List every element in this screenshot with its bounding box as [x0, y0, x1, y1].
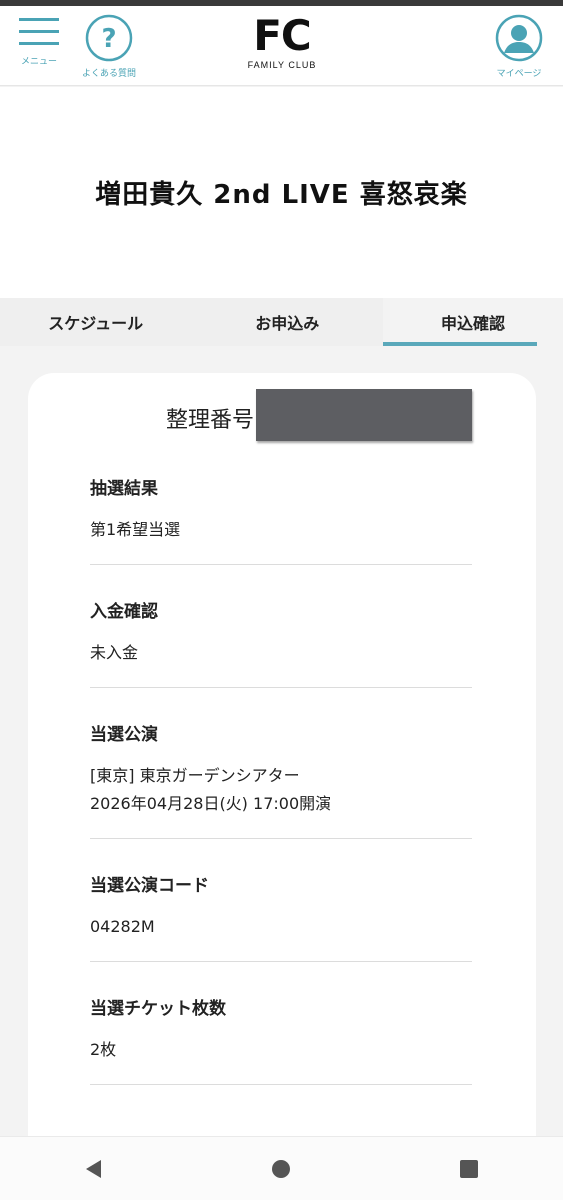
recents-square-icon [460, 1159, 479, 1178]
page: メニュー ? よくある質問 FC FAMILY CLUB マイページ 増田貴久 … [0, 0, 563, 1200]
faq-label: よくある質問 [81, 69, 136, 79]
family-club-logo[interactable]: FC FAMILY CLUB [232, 11, 332, 71]
nav-home-button[interactable] [251, 1139, 311, 1199]
confirmation-card: 整理番号 抽選結果 第1希望当選 入金確認 未入金 当選公演 [東京] 東京ガー… [28, 373, 536, 1153]
title-band: 増田貴久 2nd LIVE 喜怒哀楽 [0, 87, 563, 298]
redacted-reference-number [256, 389, 473, 441]
lottery-result-item: 抽選結果 第1希望当選 [90, 479, 472, 565]
performance-code-label: 当選公演コード [90, 876, 209, 896]
reference-number-label: 整理番号 [166, 408, 255, 433]
app-header: メニュー ? よくある質問 FC FAMILY CLUB マイページ [0, 6, 563, 86]
payment-status-item: 入金確認 未入金 [90, 602, 472, 688]
ticket-count-item: 当選チケット枚数 2枚 [90, 999, 472, 1085]
lottery-result-value: 第1希望当選 [90, 520, 181, 539]
tab-confirm[interactable]: 申込確認 [383, 298, 563, 346]
reference-number-row: 整理番号 [166, 389, 473, 441]
user-icon [495, 14, 543, 62]
hamburger-icon [19, 18, 59, 45]
nav-recents-button[interactable] [439, 1139, 499, 1199]
ticket-count-label: 当選チケット枚数 [90, 999, 226, 1019]
mypage-button[interactable]: マイページ [488, 14, 550, 79]
performance-code-value: 04282M [90, 917, 155, 936]
winning-performance-datetime: 2026年04月28日(火) 17:00開演 [90, 794, 332, 813]
winning-performance-item: 当選公演 [東京] 東京ガーデンシアター 2026年04月28日(火) 17:0… [90, 725, 472, 839]
performance-code-item: 当選公演コード 04282M [90, 876, 472, 962]
payment-status-label: 入金確認 [90, 602, 158, 622]
logo-mark: FC [253, 11, 312, 60]
question-mark-icon: ? [85, 14, 133, 62]
ticket-count-value: 2枚 [90, 1040, 117, 1059]
tab-bar: スケジュール お申込み 申込確認 [0, 298, 563, 346]
android-navigation-bar [0, 1136, 563, 1200]
menu-button[interactable]: メニュー [14, 14, 64, 67]
payment-status-value: 未入金 [90, 643, 139, 662]
logo-subtitle: FAMILY CLUB [247, 60, 317, 70]
page-title: 増田貴久 2nd LIVE 喜怒哀楽 [95, 180, 468, 210]
winning-performance-venue: [東京] 東京ガーデンシアター [90, 766, 300, 785]
tab-apply[interactable]: お申込み [192, 298, 384, 346]
mypage-label: マイページ [496, 69, 542, 79]
svg-text:?: ? [101, 24, 116, 54]
nav-back-button[interactable] [64, 1139, 124, 1199]
home-circle-icon [272, 1159, 291, 1178]
faq-button[interactable]: ? よくある質問 [78, 14, 140, 79]
winning-performance-label: 当選公演 [90, 725, 158, 745]
menu-label: メニュー [20, 57, 57, 67]
lottery-result-label: 抽選結果 [90, 479, 158, 499]
back-triangle-icon [85, 1159, 101, 1178]
tab-schedule[interactable]: スケジュール [0, 298, 192, 346]
